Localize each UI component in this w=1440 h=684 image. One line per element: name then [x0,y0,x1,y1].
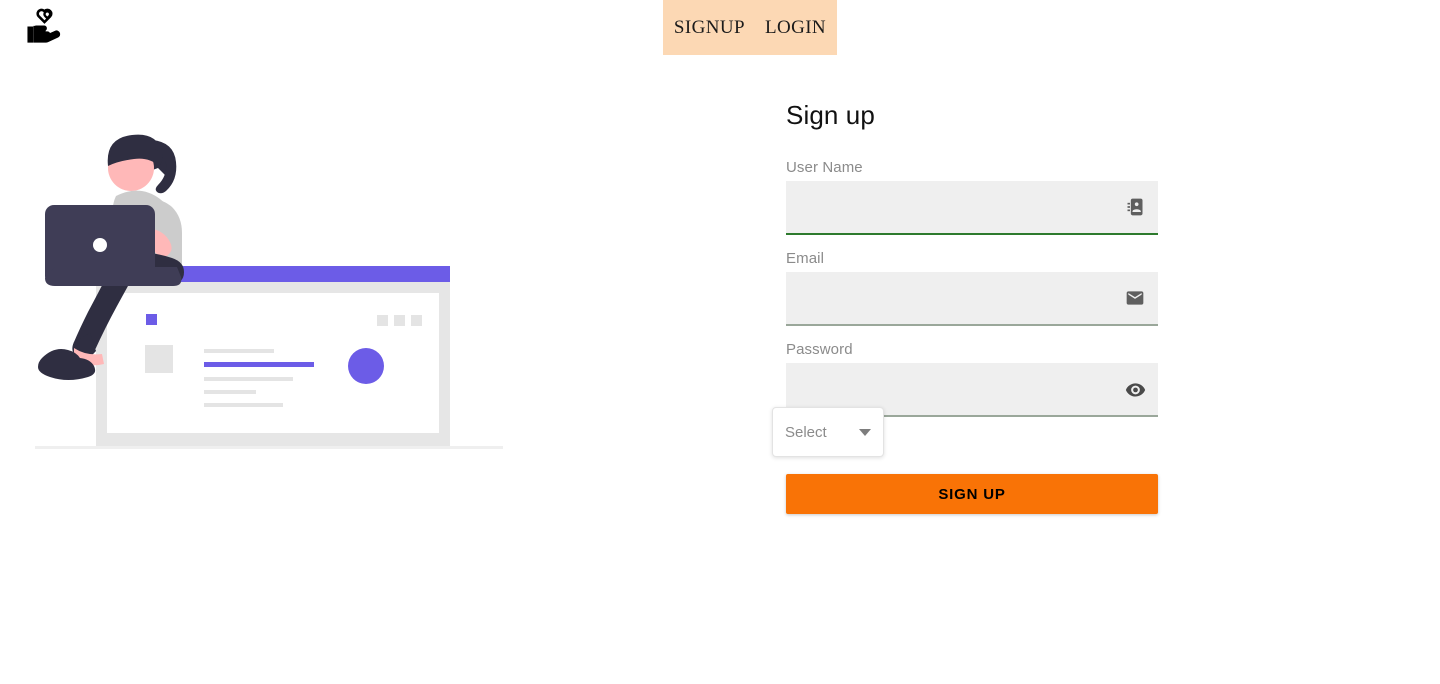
woman-with-laptop-illustration [30,110,520,460]
role-select[interactable]: Select [772,407,884,457]
nav-link-signup[interactable]: SIGNUP [674,17,745,39]
email-icon[interactable] [1124,287,1146,309]
signup-page: SIGNUP LOGIN Sign up User Name Email Pas… [0,0,1440,684]
signup-submit-button[interactable]: SIGN UP [786,474,1158,514]
email-label: Email [786,250,825,267]
signup-form: Sign up User Name Email Password [786,100,1158,432]
eye-visibility-icon[interactable] [1124,378,1146,400]
email-input-wrapper[interactable] [786,272,1158,326]
username-input[interactable] [786,181,1158,233]
email-input[interactable] [786,272,1158,324]
page-title: Sign up [786,100,875,130]
field-username: User Name [786,159,1158,235]
email-underline [786,324,1158,326]
username-underline [786,233,1158,235]
nav-link-login[interactable]: LOGIN [765,17,826,39]
username-input-wrapper[interactable] [786,181,1158,235]
password-label: Password [786,341,853,358]
chevron-down-icon [859,428,871,436]
field-password: Password [786,341,1158,417]
top-navbar: SIGNUP LOGIN [663,0,837,55]
volunteer-hand-heart-icon[interactable] [25,5,67,47]
contact-page-icon[interactable] [1124,196,1146,218]
select-value: Select [785,423,827,441]
username-label: User Name [786,159,863,176]
field-email: Email [786,250,1158,326]
